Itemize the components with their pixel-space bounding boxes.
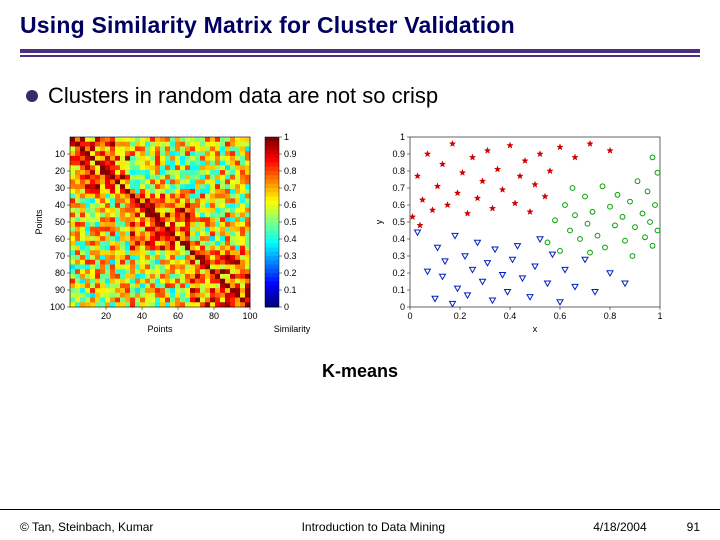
- footer-date: 4/18/2004: [593, 520, 646, 534]
- svg-text:Points: Points: [147, 324, 173, 334]
- svg-text:60: 60: [55, 234, 65, 244]
- svg-text:70: 70: [55, 251, 65, 261]
- svg-text:0: 0: [284, 302, 289, 312]
- slide-title: Using Similarity Matrix for Cluster Vali…: [20, 12, 700, 39]
- svg-text:0.8: 0.8: [604, 311, 617, 321]
- title-rule: [20, 49, 700, 57]
- svg-text:80: 80: [209, 311, 219, 321]
- svg-text:40: 40: [137, 311, 147, 321]
- bullet-item: Clusters in random data are not so crisp: [20, 83, 700, 109]
- svg-text:y: y: [374, 219, 384, 224]
- svg-text:0.9: 0.9: [284, 149, 297, 159]
- svg-text:0.4: 0.4: [284, 234, 297, 244]
- svg-text:0.7: 0.7: [392, 183, 405, 193]
- svg-text:Points: Points: [34, 209, 44, 235]
- svg-text:0.2: 0.2: [392, 268, 405, 278]
- svg-text:0.6: 0.6: [284, 200, 297, 210]
- figures-row: 102030405060708090100 20406080100 Points…: [20, 127, 700, 337]
- svg-text:0.5: 0.5: [392, 217, 405, 227]
- slide: Using Similarity Matrix for Cluster Vali…: [0, 0, 720, 540]
- svg-text:50: 50: [55, 217, 65, 227]
- svg-text:0: 0: [407, 311, 412, 321]
- svg-text:0.4: 0.4: [392, 234, 405, 244]
- svg-text:0.3: 0.3: [284, 251, 297, 261]
- svg-text:0.8: 0.8: [284, 166, 297, 176]
- svg-text:10: 10: [55, 149, 65, 159]
- svg-text:1: 1: [657, 311, 662, 321]
- svg-text:0.3: 0.3: [392, 251, 405, 261]
- bullet-icon: [26, 90, 38, 102]
- svg-text:0.6: 0.6: [392, 200, 405, 210]
- bullet-text: Clusters in random data are not so crisp: [48, 83, 438, 109]
- svg-text:40: 40: [55, 200, 65, 210]
- heatmap-plot: 102030405060708090100 20406080100 Points…: [30, 127, 330, 337]
- svg-text:0.2: 0.2: [284, 268, 297, 278]
- svg-text:0.1: 0.1: [392, 285, 405, 295]
- svg-text:80: 80: [55, 268, 65, 278]
- svg-text:0.9: 0.9: [392, 149, 405, 159]
- footer-title: Introduction to Data Mining: [302, 520, 445, 534]
- svg-text:30: 30: [55, 183, 65, 193]
- footer-rule: [0, 509, 720, 510]
- svg-text:0.6: 0.6: [554, 311, 567, 321]
- scatter-plot: 0 0.1 0.2 0.3 0.4 0.5 0.6 0.7 0.8 0.9 1 0 0.2 0.4 0.6…: [370, 127, 680, 337]
- svg-text:100: 100: [50, 302, 65, 312]
- svg-text:0.2: 0.2: [454, 311, 467, 321]
- svg-text:0.1: 0.1: [284, 285, 297, 295]
- svg-text:90: 90: [55, 285, 65, 295]
- svg-text:20: 20: [101, 311, 111, 321]
- footer-page: 91: [687, 520, 700, 534]
- svg-text:0.5: 0.5: [284, 217, 297, 227]
- svg-text:20: 20: [55, 166, 65, 176]
- svg-text:0.7: 0.7: [284, 183, 297, 193]
- footer-copyright: © Tan, Steinbach, Kumar: [20, 520, 153, 534]
- svg-text:60: 60: [173, 311, 183, 321]
- footer: © Tan, Steinbach, Kumar Introduction to …: [0, 520, 720, 534]
- svg-text:x: x: [533, 324, 538, 334]
- heatmap-figure: 102030405060708090100 20406080100 Points…: [30, 127, 330, 337]
- svg-text:1: 1: [400, 132, 405, 142]
- svg-text:1: 1: [284, 132, 289, 142]
- svg-text:Similarity: Similarity: [274, 324, 311, 334]
- svg-text:100: 100: [242, 311, 257, 321]
- svg-text:0: 0: [400, 302, 405, 312]
- scatter-figure: 0 0.1 0.2 0.3 0.4 0.5 0.6 0.7 0.8 0.9 1 0 0.2 0.4 0.6…: [370, 127, 680, 337]
- svg-text:0.8: 0.8: [392, 166, 405, 176]
- svg-text:0.4: 0.4: [504, 311, 517, 321]
- figure-caption: K-means: [20, 361, 700, 382]
